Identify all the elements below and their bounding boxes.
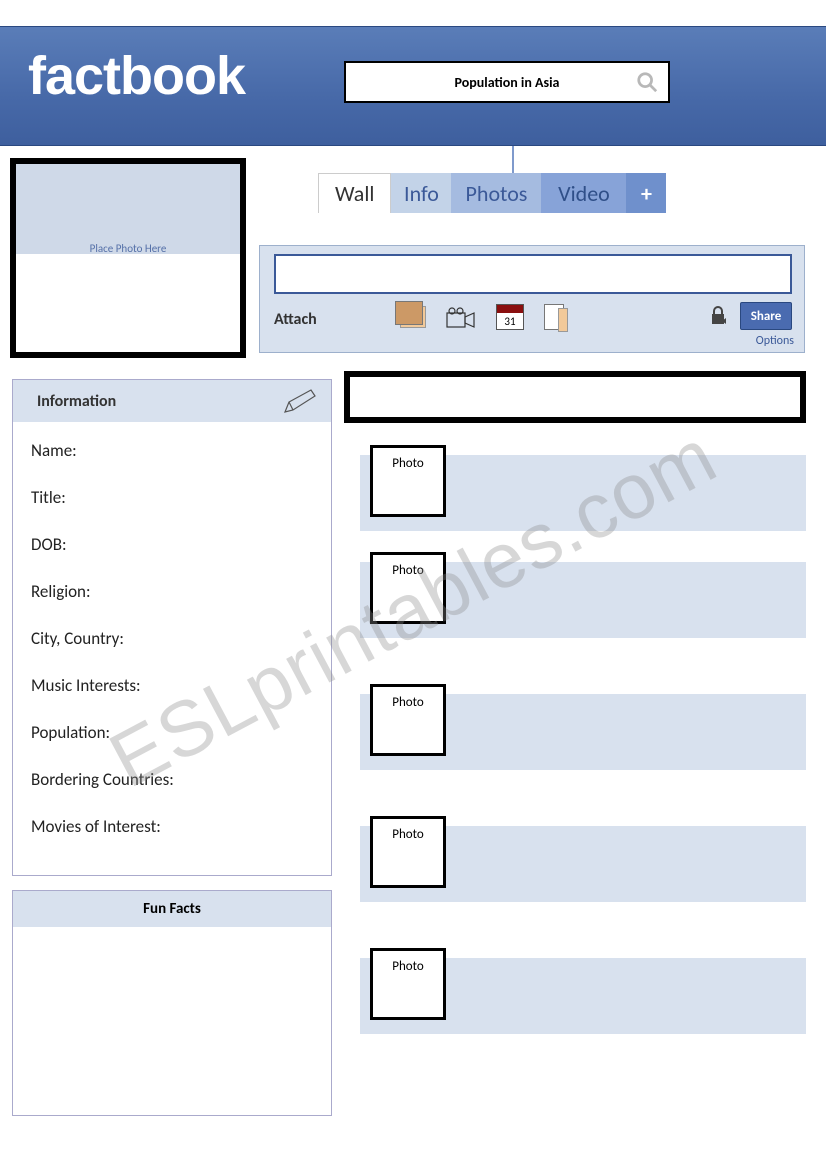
post-photo-box[interactable]: Photo [370,684,446,756]
header-divider-tick [512,146,514,176]
wall-post: Photo [360,826,806,902]
tab-info[interactable]: Info [391,173,451,213]
post-photo-label: Photo [392,827,423,842]
tab-video[interactable]: Video [541,173,626,213]
fun-facts-header: Fun Facts [13,891,331,927]
options-link[interactable]: Options [756,334,794,348]
attach-icons-row: 31 [400,304,564,330]
field-population: Population: [31,722,313,743]
header-bar: factbook Population in Asia [0,26,826,146]
field-music: Music Interests: [31,675,313,696]
field-name: Name: [31,440,313,461]
wall-post: Photo [360,958,806,1034]
calendar-attach-icon[interactable]: 31 [496,304,524,330]
privacy-lock-icon[interactable] [710,306,726,326]
post-photo-label: Photo [392,456,423,471]
profile-photo-bg [16,164,240,254]
site-logo: factbook [28,45,245,107]
post-photo-box[interactable]: Photo [370,948,446,1020]
information-header-text: Information [37,392,116,411]
tab-wall[interactable]: Wall [318,173,391,213]
wall-post: Photo [360,694,806,770]
name-heading-box[interactable] [344,371,806,423]
search-icon[interactable] [636,71,658,93]
field-title: Title: [31,487,313,508]
information-fields: Name: Title: DOB: Religion: City, Countr… [13,422,331,837]
attach-label: Attach [274,310,317,329]
profile-tabs: Wall Info Photos Video + [318,173,666,213]
composer-input[interactable] [274,254,792,294]
profile-photo-box[interactable]: Place Photo Here [10,158,246,358]
post-photo-label: Photo [392,695,423,710]
profile-photo-placeholder-text: Place Photo Here [16,242,240,255]
field-city-country: City, Country: [31,628,313,649]
post-photo-label: Photo [392,959,423,974]
edit-pencil-icon[interactable] [283,388,317,414]
field-religion: Religion: [31,581,313,602]
search-box[interactable]: Population in Asia [344,61,670,103]
post-photo-box[interactable]: Photo [370,552,446,624]
field-bordering: Bordering Countries: [31,769,313,790]
note-attach-icon[interactable] [544,304,564,330]
information-panel: Information Name: Title: DOB: Religion: … [12,379,332,876]
post-photo-box[interactable]: Photo [370,816,446,888]
post-photo-box[interactable]: Photo [370,445,446,517]
field-dob: DOB: [31,534,313,555]
tab-photos[interactable]: Photos [451,173,541,213]
tab-add[interactable]: + [626,173,666,213]
field-movies: Movies of Interest: [31,816,313,837]
video-attach-icon[interactable] [446,307,476,327]
wall-post: Photo [360,455,806,531]
photo-attach-icon[interactable] [400,306,426,328]
information-header: Information [13,380,331,422]
calendar-day: 31 [497,315,523,328]
wall-post: Photo [360,562,806,638]
search-text: Population in Asia [455,74,560,91]
share-button[interactable]: Share [740,302,792,330]
composer-panel: Attach 31 Share Options [259,245,805,353]
fun-facts-panel: Fun Facts [12,890,332,1116]
post-photo-label: Photo [392,563,423,578]
